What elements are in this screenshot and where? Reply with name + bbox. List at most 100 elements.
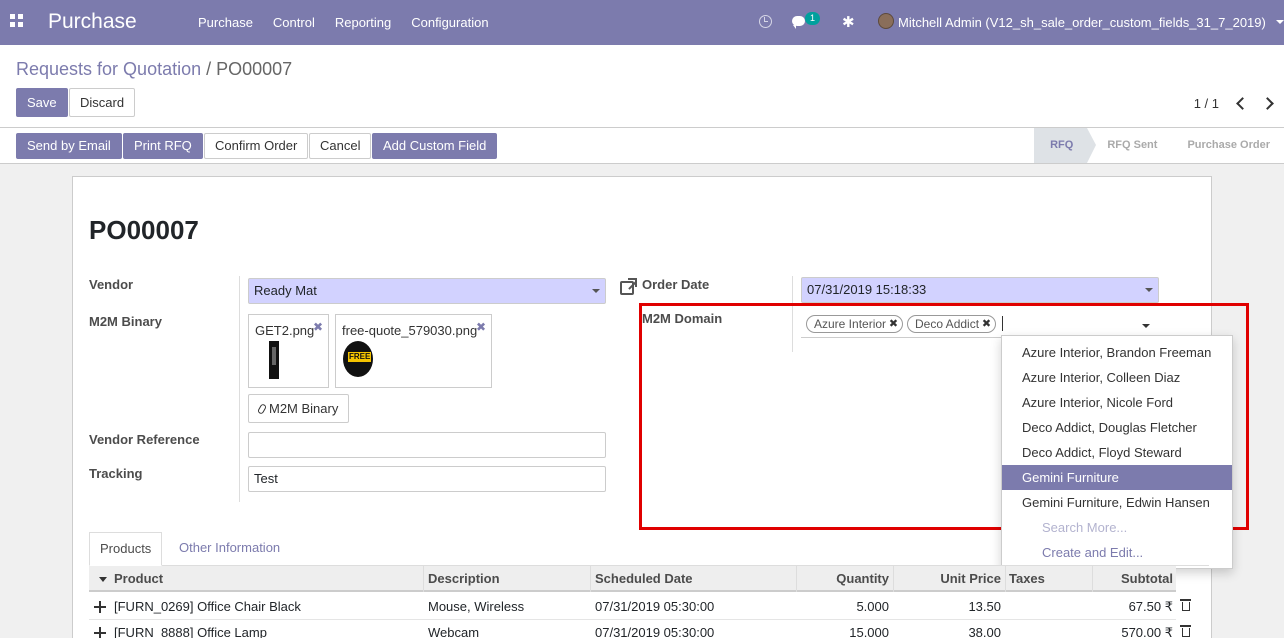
table-row[interactable]: [FURN_0269] Office Chair Black Mouse, Wi… [89, 594, 1191, 620]
order-date-field[interactable]: 07/31/2019 15:18:33 [801, 277, 1159, 303]
column-divider [590, 566, 591, 592]
column-divider [893, 566, 894, 592]
autocomplete-option[interactable]: Azure Interior, Colleen Diaz [1002, 365, 1232, 390]
chat-icon[interactable] [792, 16, 805, 29]
cell-unit-price: 13.50 [968, 599, 1001, 614]
save-button[interactable]: Save [16, 88, 68, 117]
column-divider [423, 566, 424, 592]
user-menu-caret-icon[interactable] [1276, 20, 1284, 24]
activity-clock-icon[interactable] [759, 15, 772, 28]
confirm-order-button[interactable]: Confirm Order [204, 133, 309, 159]
pager-next-icon[interactable] [1263, 97, 1272, 111]
breadcrumb: Requests for Quotation / PO00007 [16, 59, 292, 80]
vendor-reference-input[interactable] [248, 432, 606, 458]
pager-previous-icon[interactable] [1235, 97, 1244, 111]
delete-line-trash-icon[interactable] [1180, 625, 1191, 637]
date-picker-caret-icon[interactable] [1145, 288, 1153, 292]
cell-quantity: 5.000 [856, 599, 889, 614]
cancel-button[interactable]: Cancel [309, 133, 372, 159]
col-scheduled-date[interactable]: Scheduled Date [595, 566, 693, 592]
m2m-binary-label: M2M Binary [89, 314, 162, 329]
status-bar: Send by Email Print RFQ Confirm Order Ca… [0, 128, 1284, 164]
sort-caret-icon[interactable] [99, 577, 107, 582]
user-avatar[interactable] [878, 13, 894, 29]
order-lines-header: Product Description Scheduled Date Quant… [89, 566, 1176, 592]
col-unit-price[interactable]: Unit Price [940, 566, 1001, 592]
send-by-email-button[interactable]: Send by Email [16, 133, 122, 159]
attachment-thumbnail [269, 341, 279, 379]
col-taxes[interactable]: Taxes [1009, 566, 1045, 592]
remove-attachment-icon[interactable]: ✖ [476, 320, 486, 334]
autocomplete-option[interactable]: Azure Interior, Brandon Freeman [1002, 340, 1232, 365]
column-divider [796, 566, 797, 592]
table-row[interactable]: [FURN_8888] Office Lamp Webcam 07/31/201… [89, 620, 1191, 638]
remove-attachment-icon[interactable]: ✖ [313, 320, 323, 334]
drag-handle-icon[interactable] [94, 627, 106, 638]
drag-handle-icon[interactable] [94, 601, 106, 613]
cell-description: Mouse, Wireless [428, 599, 525, 614]
autocomplete-option-selected[interactable]: Gemini Furniture [1002, 465, 1232, 490]
order-date-value: 07/31/2019 15:18:33 [807, 282, 927, 297]
breadcrumb-parent[interactable]: Requests for Quotation [16, 59, 201, 79]
user-menu-name[interactable]: Mitchell Admin (V12_sh_sale_order_custom… [898, 15, 1266, 30]
autocomplete-option[interactable]: Azure Interior, Nicole Ford [1002, 390, 1232, 415]
breadcrumb-separator: / [206, 59, 212, 79]
delete-line-trash-icon[interactable] [1180, 599, 1191, 611]
tab-other-information[interactable]: Other Information [169, 532, 290, 566]
autocomplete-option[interactable]: Gemini Furniture, Edwin Hansen [1002, 490, 1232, 515]
print-rfq-button[interactable]: Print RFQ [123, 133, 203, 159]
menu-control[interactable]: Control [263, 0, 325, 45]
stage-rfq-sent[interactable]: RFQ Sent [1087, 128, 1171, 163]
cell-scheduled-date: 07/31/2019 05:30:00 [595, 599, 715, 614]
vendor-dropdown-caret-icon[interactable] [592, 289, 600, 293]
menu-reporting[interactable]: Reporting [325, 0, 401, 45]
order-date-label: Order Date [642, 277, 710, 292]
record-title: PO00007 [89, 215, 199, 245]
tracking-label: Tracking [89, 466, 143, 481]
tracking-input[interactable]: Test [248, 466, 606, 492]
autocomplete-option[interactable]: Deco Addict, Douglas Fletcher [1002, 415, 1232, 440]
main-menu: Purchase Control Reporting Configuration [188, 0, 499, 45]
col-quantity[interactable]: Quantity [836, 566, 889, 592]
attachment-thumbnail [343, 341, 373, 377]
stage-pipeline: RFQ RFQ Sent Purchase Order [1034, 128, 1284, 163]
cell-subtotal: 570.00 ₹ [1121, 625, 1173, 638]
cell-product: [FURN_0269] Office Chair Black [114, 599, 301, 614]
stage-rfq[interactable]: RFQ [1034, 128, 1097, 163]
cell-subtotal: 67.50 ₹ [1128, 599, 1173, 614]
column-divider [1092, 566, 1093, 592]
col-subtotal[interactable]: Subtotal [1121, 566, 1173, 592]
tab-products[interactable]: Products [89, 532, 163, 566]
discard-button[interactable]: Discard [69, 88, 136, 117]
col-description[interactable]: Description [428, 566, 500, 592]
column-divider [1005, 566, 1006, 592]
attachment-card[interactable]: GET2.png ✖ [248, 314, 329, 388]
control-panel: Requests for Quotation / PO00007 Save Disc… [0, 45, 1284, 128]
cell-unit-price: 38.00 [968, 625, 1001, 638]
m2m-binary-upload-button[interactable]: M2M Binary [248, 394, 350, 423]
add-custom-field-button[interactable]: Add Custom Field [372, 133, 498, 159]
top-navbar: Purchase Purchase Control Reporting Conf… [0, 0, 1284, 45]
app-brand: Purchase [48, 10, 137, 33]
external-link-icon[interactable] [620, 278, 637, 295]
vendor-reference-label: Vendor Reference [89, 432, 200, 447]
attachment-name: GET2.png [255, 323, 315, 338]
stage-purchase-order[interactable]: Purchase Order [1171, 128, 1284, 163]
vendor-field[interactable]: Ready Mat [248, 278, 606, 304]
autocomplete-option[interactable]: Deco Addict, Floyd Steward [1002, 440, 1232, 465]
menu-purchase[interactable]: Purchase [188, 0, 263, 45]
menu-configuration[interactable]: Configuration [401, 0, 498, 45]
debug-bug-icon[interactable]: ✱ [842, 13, 855, 31]
col-product[interactable]: Product [114, 566, 163, 592]
chat-count-badge: 1 [805, 12, 821, 25]
vendor-value: Ready Mat [254, 283, 317, 298]
apps-menu-icon[interactable] [10, 14, 24, 28]
cell-quantity: 15.000 [849, 625, 889, 638]
breadcrumb-current: PO00007 [216, 59, 293, 79]
pager-value[interactable]: 1 / 1 [1194, 96, 1219, 111]
notebook-tabs: Products Other Information [89, 532, 1209, 566]
left-group-divider [239, 276, 240, 502]
cell-scheduled-date: 07/31/2019 05:30:00 [595, 625, 715, 638]
attachment-card[interactable]: free-quote_579030.png ✖ [335, 314, 492, 388]
attachment-name: free-quote_579030.png [342, 323, 478, 338]
